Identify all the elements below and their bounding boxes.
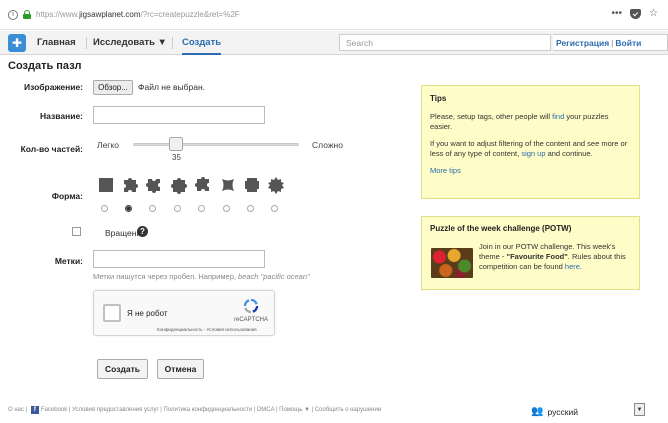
nav-divider [86, 37, 87, 49]
site-logo-icon[interactable]: ✚ [8, 34, 26, 52]
tips-paragraph-1: Please, setup tags, other people will fi… [430, 112, 609, 131]
lock-icon [23, 10, 31, 19]
sign-up-link[interactable]: sign up [521, 149, 545, 158]
url-text[interactable]: https://www.jigsawplanet.com/?rc=createp… [36, 10, 240, 19]
potw-food-image[interactable] [431, 248, 473, 278]
find-link[interactable]: find [552, 112, 564, 121]
tips-title: Tips [430, 94, 447, 103]
pieces-label: Кол-во частей: [20, 144, 83, 154]
recaptcha-label: Я не робот [127, 309, 168, 318]
pieces-slider-handle[interactable] [169, 137, 184, 151]
auth-separator: | [611, 38, 614, 48]
help-icon[interactable]: ? [137, 226, 148, 237]
tags-label: Метки: [54, 256, 83, 266]
shape-classic-4-icon[interactable] [194, 176, 212, 194]
people-icon: 👥 [531, 406, 544, 417]
login-link[interactable]: Войти [615, 38, 641, 48]
pieces-slider[interactable] [133, 143, 299, 146]
recaptcha-links[interactable]: Конфиденциальность - Условия использован… [157, 327, 257, 332]
register-link[interactable]: Регистрация [556, 38, 609, 48]
difficulty-hard-label: Сложно [312, 140, 343, 150]
nav-create[interactable]: Создать [182, 31, 222, 55]
shape-radio-0[interactable] [101, 205, 108, 212]
shape-radio-2[interactable] [149, 205, 156, 212]
address-bar[interactable]: i https://www.jigsawplanet.com/?rc=creat… [8, 6, 240, 23]
language-label: русский [547, 406, 578, 417]
shape-radio-3[interactable] [174, 205, 181, 212]
shape-curved-icon[interactable] [219, 176, 237, 194]
shape-classic-2-icon[interactable] [145, 176, 163, 194]
potw-theme: "Favourite Food" [506, 252, 568, 261]
pocket-icon[interactable] [630, 8, 642, 19]
info-icon[interactable]: i [8, 9, 18, 20]
search-input[interactable] [339, 34, 551, 51]
shape-rounded-icon[interactable] [243, 176, 261, 194]
nav-home[interactable]: Главная [37, 31, 76, 55]
browse-button[interactable]: Обзор... [93, 80, 133, 95]
difficulty-easy-label: Легко [97, 140, 119, 150]
shape-radio-4[interactable] [198, 205, 205, 212]
potw-panel: Puzzle of the week challenge (POTW) Join… [421, 216, 640, 290]
recaptcha-logo-icon [243, 298, 259, 314]
shape-label: Форма: [51, 191, 83, 201]
language-selector[interactable]: 👥 русский [531, 406, 578, 417]
nav-divider [172, 37, 173, 49]
file-status: Файл не выбран. [138, 82, 206, 92]
shape-flower-icon[interactable] [267, 176, 285, 194]
recaptcha-brand: reCAPTCHA [234, 317, 269, 323]
cancel-button[interactable]: Отмена [157, 359, 204, 379]
footer-links[interactable]: О нас | f Facebook | Условия предоставлен… [8, 406, 381, 414]
shape-radio-1[interactable] [125, 205, 132, 212]
language-dropdown-icon[interactable]: ▼ [634, 403, 645, 416]
pieces-value: 35 [172, 153, 181, 162]
nav-explore[interactable]: Исследовать ▼ [93, 31, 167, 55]
recaptcha-checkbox[interactable] [103, 304, 121, 322]
page-title: Создать пазл [8, 60, 82, 72]
shape-square-icon[interactable] [97, 176, 115, 194]
tags-hint-example: beach "pacific ocean" [238, 272, 310, 281]
image-label: Изображение: [23, 82, 83, 92]
bookmark-star-icon[interactable]: ☆ [649, 8, 658, 19]
rotation-checkbox[interactable] [72, 227, 81, 236]
facebook-icon[interactable]: f [30, 406, 39, 414]
recaptcha-widget: Я не робот reCAPTCHA Конфиденциальность … [93, 290, 275, 336]
tips-paragraph-2: If you want to adjust filtering of the c… [430, 139, 628, 158]
name-input[interactable] [93, 106, 265, 124]
page-actions-icon[interactable]: ••• [612, 8, 623, 19]
create-button[interactable]: Создать [97, 359, 148, 379]
tags-input[interactable] [93, 250, 265, 268]
potw-rules-link[interactable]: here [565, 262, 580, 271]
shape-classic-icon[interactable] [121, 176, 139, 194]
browser-toolbar: i https://www.jigsawplanet.com/?rc=creat… [0, 0, 668, 30]
shape-classic-3-icon[interactable] [170, 176, 188, 194]
shape-radio-5[interactable] [223, 205, 230, 212]
shape-radio-7[interactable] [271, 205, 278, 212]
shape-radio-6[interactable] [247, 205, 254, 212]
tips-panel: Tips Please, setup tags, other people wi… [421, 85, 640, 199]
potw-text: Join in our POTW challenge. This week's … [479, 242, 626, 271]
tags-hint: Метки пишутся через пробел. Например, be… [93, 272, 310, 281]
more-tips-link[interactable]: More tips [430, 166, 461, 175]
name-label: Название: [40, 111, 83, 121]
auth-links: Регистрация | Войти [553, 34, 668, 51]
site-nav: ✚ Главная Исследовать ▼ Создать Регистра… [0, 31, 668, 55]
potw-title: Puzzle of the week challenge (POTW) [430, 224, 572, 233]
